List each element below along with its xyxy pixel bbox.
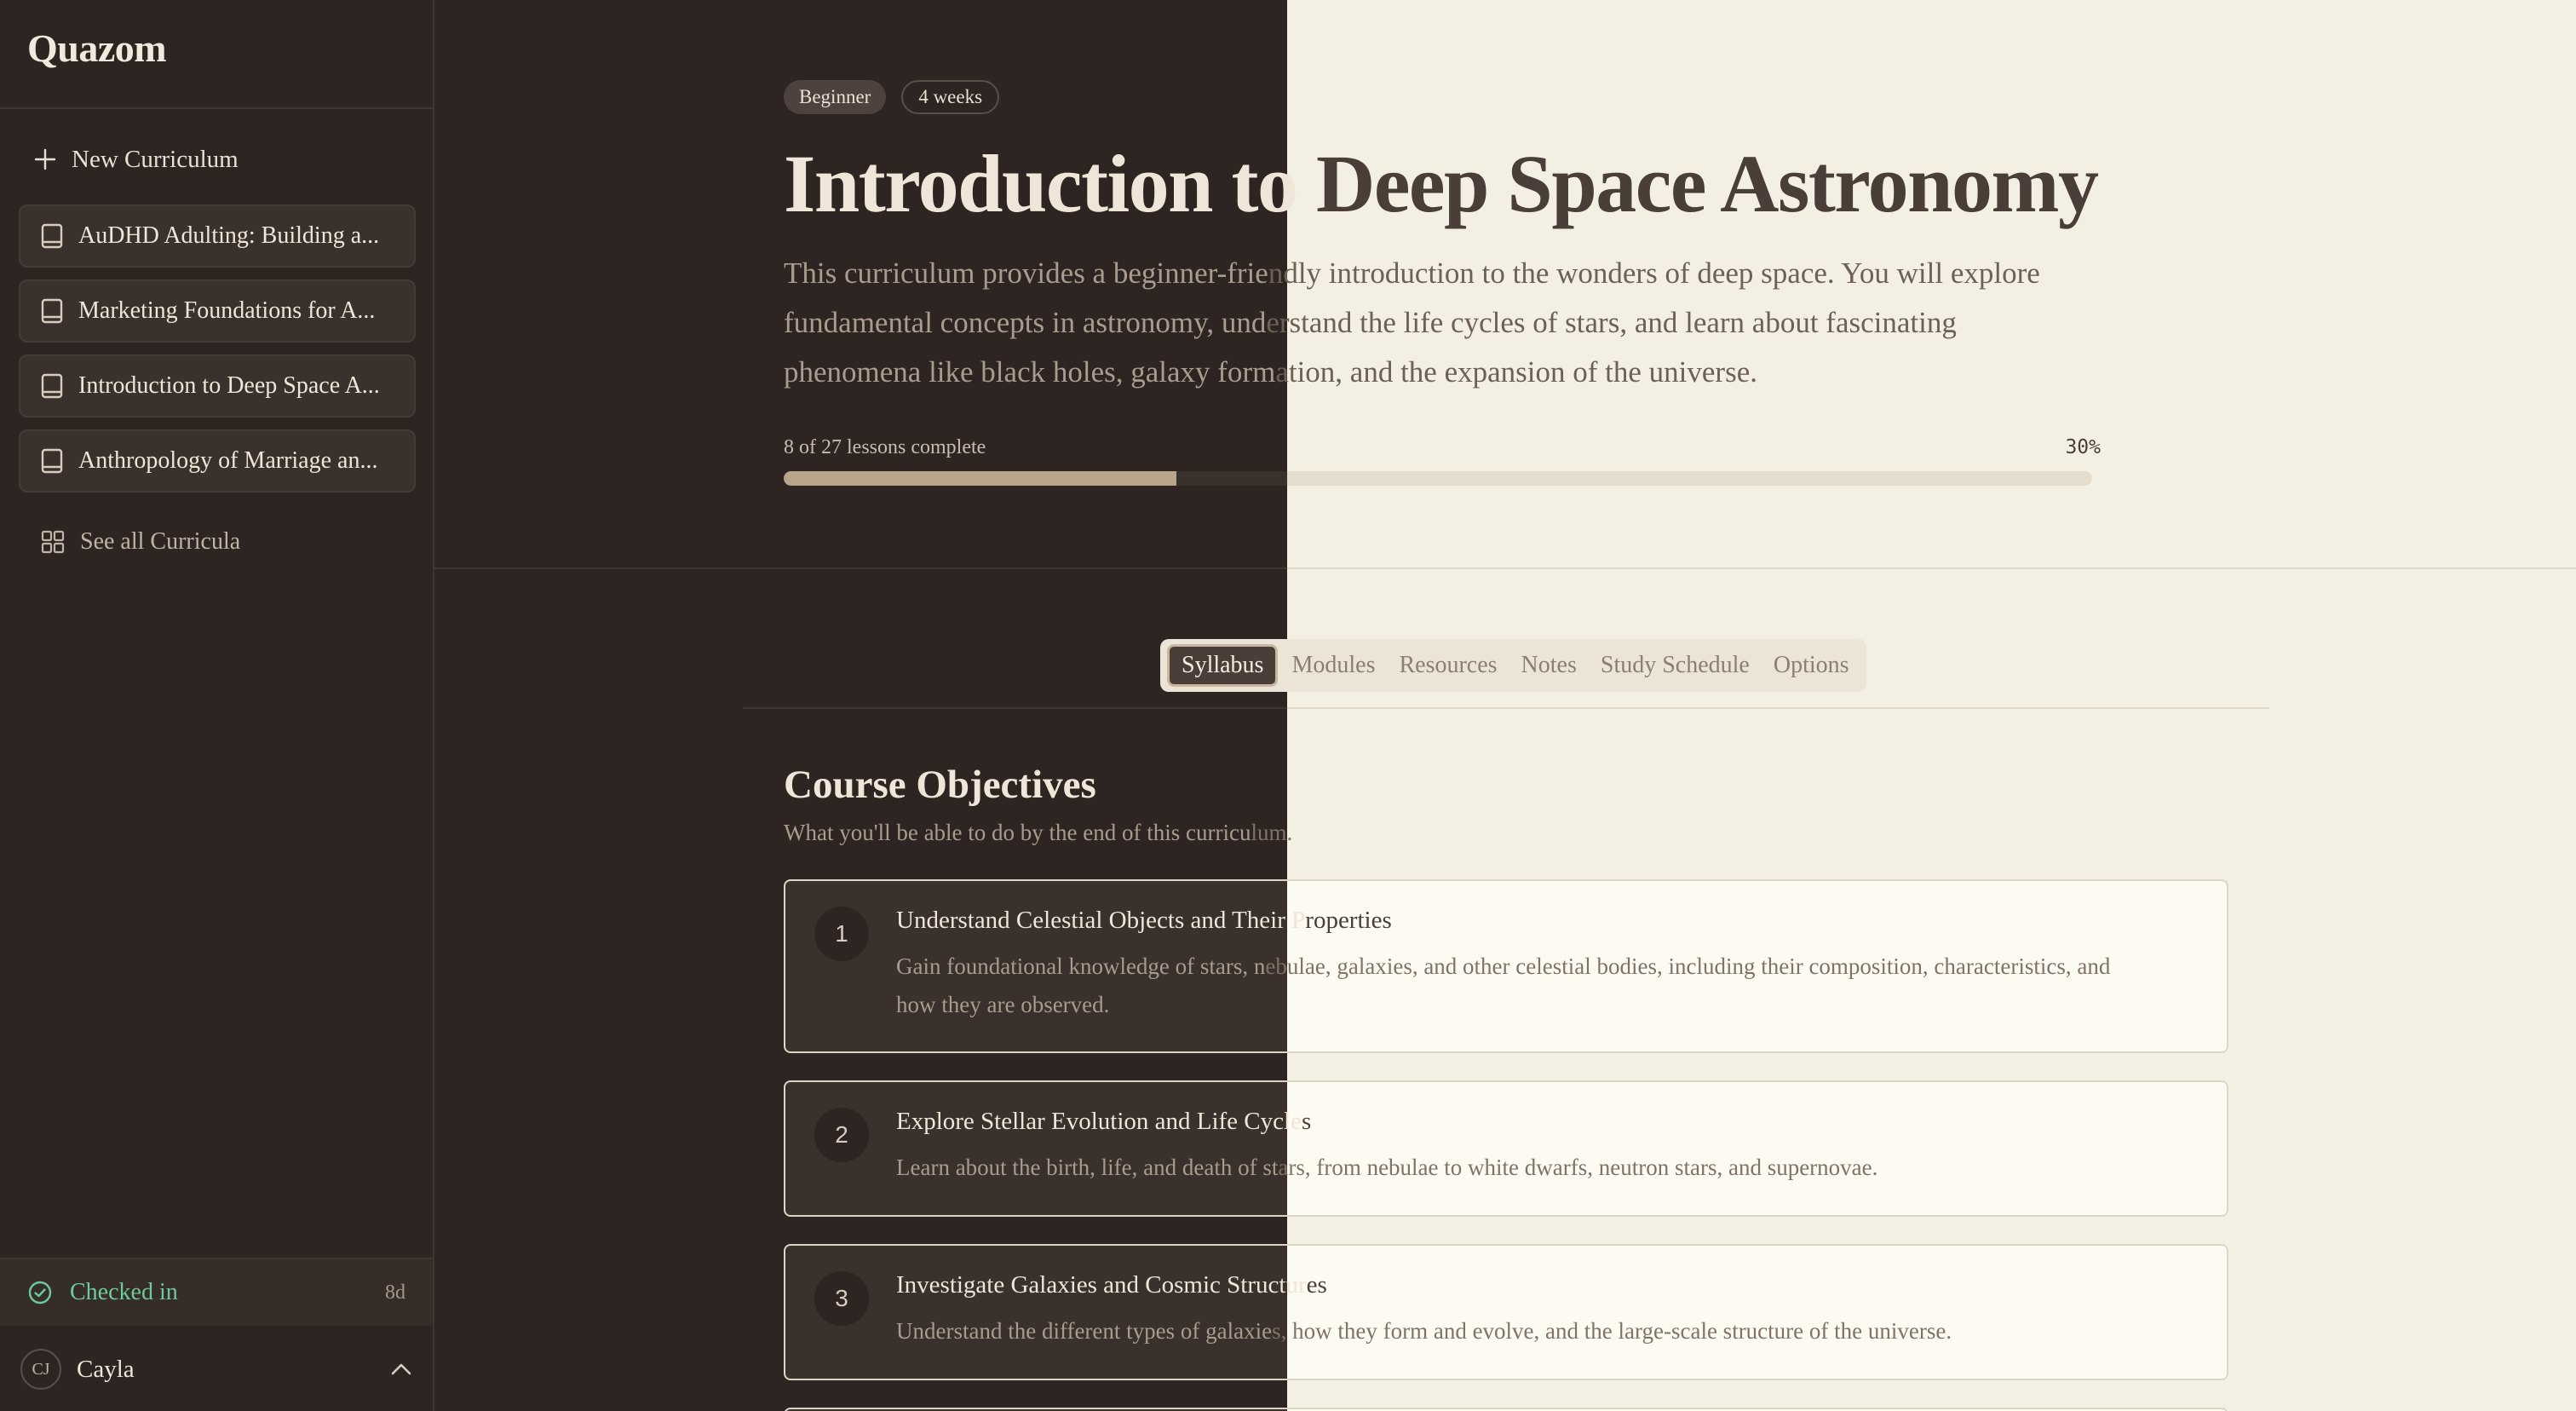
plus-icon (34, 148, 56, 170)
description-part: This curriculum provides a beginner-frie (784, 256, 1268, 290)
objective-title: Understand Celestial Objects and Their P… (896, 907, 1392, 935)
progress-fill (784, 471, 1176, 486)
user-name: Cayla (77, 1355, 135, 1383)
objective-description: Learn about the birth, life, and death o… (896, 1149, 2191, 1187)
tabs-divider (743, 707, 2269, 709)
see-all-label: See all Curricula (80, 528, 241, 555)
objective-number: 3 (814, 1271, 869, 1326)
objective-title-part: Investigate Galaxies and Cosmic Structur (896, 1271, 1307, 1299)
course-description: This curriculum provides a beginner-frie… (784, 249, 2113, 397)
check-in-streak: 8d (385, 1281, 405, 1304)
book-icon (41, 223, 63, 249)
sidebar-item-label: AuDHD Adulting: Building a... (78, 222, 380, 249)
objective-title-part: Explore Stellar Evolution and Life Cycle (896, 1108, 1302, 1135)
objective-number: 1 (814, 907, 869, 961)
objective-card[interactable]: 3 Investigate Galaxies and Cosmic Struct… (784, 1244, 2228, 1380)
progress-label: 8 of 27 lessons complete (784, 436, 986, 458)
book-icon (41, 448, 63, 474)
new-curriculum-button[interactable]: New Curriculum (19, 136, 416, 182)
tab-resources[interactable]: Resources (1389, 644, 1507, 687)
brand-logo[interactable]: Quazom (27, 26, 167, 71)
book-icon (41, 298, 63, 324)
objective-desc-part: Understand the different types of galaxi… (896, 1318, 1273, 1344)
check-circle-icon (27, 1280, 53, 1305)
main-content: Beginner 4 weeks Introduction to Deep Sp… (434, 0, 2576, 1411)
objective-title-part: es (1306, 1271, 1327, 1299)
page-title: Introduction to Deep Space Astronomy (784, 136, 2099, 231)
level-badge: Beginner (784, 80, 887, 114)
tab-options[interactable]: Options (1763, 644, 1860, 687)
check-in-status[interactable]: Checked in 8d (0, 1258, 433, 1326)
app: Quazom New Curriculum AuDHD Adulting: Bu… (0, 0, 2576, 1411)
sidebar-divider (0, 107, 433, 109)
book-icon (41, 373, 63, 399)
objective-title-part: Understand Celestial Objects and Their P (896, 907, 1306, 934)
objective-number: 2 (814, 1108, 869, 1162)
objective-description: Understand the different types of galaxi… (896, 1312, 2191, 1351)
avatar: CJ (20, 1349, 61, 1390)
hero-divider-dark (434, 567, 1287, 569)
section-title: Course Objectives (784, 763, 1096, 807)
objective-desc-part: Learn about the birth, life, and death o… (896, 1155, 1279, 1180)
new-curriculum-label: New Curriculum (72, 145, 239, 173)
objective-card[interactable]: 1 Understand Celestial Objects and Their… (784, 879, 2228, 1053)
description-part: erstand the life cycles of stars, and le… (1266, 306, 1957, 339)
chevron-up-icon (390, 1362, 412, 1377)
curriculum-list: AuDHD Adulting: Building a... Marketing … (19, 204, 416, 504)
objective-description: Gain foundational knowledge of stars, ne… (896, 947, 2191, 1024)
sidebar: Quazom New Curriculum AuDHD Adulting: Bu… (0, 0, 434, 1411)
sidebar-item-audhd[interactable]: AuDHD Adulting: Building a... (19, 204, 416, 268)
objective-card[interactable]: 2 Explore Stellar Evolution and Life Cyc… (784, 1080, 2228, 1217)
objective-title-part: s (1301, 1108, 1312, 1135)
check-in-label: Checked in (70, 1279, 178, 1305)
user-menu[interactable]: CJ Cayla (0, 1327, 433, 1411)
objective-desc-part: s, how they form and evolve, and the lar… (1272, 1318, 1952, 1344)
description-part: fundamental concepts in astronomy, und (784, 306, 1267, 339)
sidebar-item-label: Introduction to Deep Space A... (78, 372, 380, 399)
objective-desc-part: ars, from nebulae to white dwarfs, neutr… (1278, 1155, 1878, 1180)
hero-divider (434, 567, 2576, 569)
sidebar-item-label: Anthropology of Marriage an... (78, 447, 378, 474)
section-subtitle: What you'll be able to do by the end of … (784, 820, 1292, 846)
objective-title: Explore Stellar Evolution and Life Cycle… (896, 1108, 1311, 1136)
page-title-part: Introduction to (784, 138, 1316, 229)
see-all-curricula-link[interactable]: See all Curricula (19, 518, 416, 566)
description-part: ation, and the expansion of the universe… (1275, 355, 1757, 389)
subtitle-part: lum. (1251, 820, 1293, 845)
tabs-divider-dark (743, 707, 1287, 709)
tab-study-schedule[interactable]: Study Schedule (1590, 644, 1760, 687)
description-part: phenomena like black holes, galaxy form (784, 355, 1276, 389)
course-badges: Beginner 4 weeks (784, 80, 1000, 114)
description-part: ndly introduction to the wonders of deep… (1268, 256, 2040, 290)
tab-notes[interactable]: Notes (1511, 644, 1587, 687)
sidebar-item-deep-space[interactable]: Introduction to Deep Space A... (19, 354, 416, 418)
objective-title-part: roperties (1305, 907, 1392, 934)
tab-syllabus[interactable]: Syllabus (1167, 644, 1279, 687)
objective-desc-part: how they are observed. (896, 992, 1110, 1017)
page-title-part: Deep Space Astronomy (1315, 138, 2099, 229)
objective-title: Investigate Galaxies and Cosmic Structur… (896, 1271, 1327, 1299)
grid-icon (41, 530, 65, 554)
progress-bar (784, 471, 2092, 486)
objective-card[interactable] (784, 1408, 2228, 1411)
tab-bar: Syllabus Modules Resources Notes Study S… (1160, 639, 1866, 692)
subtitle-part: What you'll be able to do by the end of … (784, 820, 1251, 845)
sidebar-item-anthropology[interactable]: Anthropology of Marriage an... (19, 429, 416, 492)
objective-desc-part: Gain foundational knowledge of stars, n (896, 953, 1266, 979)
sidebar-item-label: Marketing Foundations for A... (78, 297, 376, 324)
progress-percent: 30% (2065, 436, 2101, 458)
tab-modules[interactable]: Modules (1281, 644, 1385, 687)
duration-badge: 4 weeks (901, 80, 1000, 114)
sidebar-item-marketing[interactable]: Marketing Foundations for A... (19, 279, 416, 343)
objective-desc-part: ebulae, galaxies, and other celestial bo… (1265, 953, 2111, 979)
